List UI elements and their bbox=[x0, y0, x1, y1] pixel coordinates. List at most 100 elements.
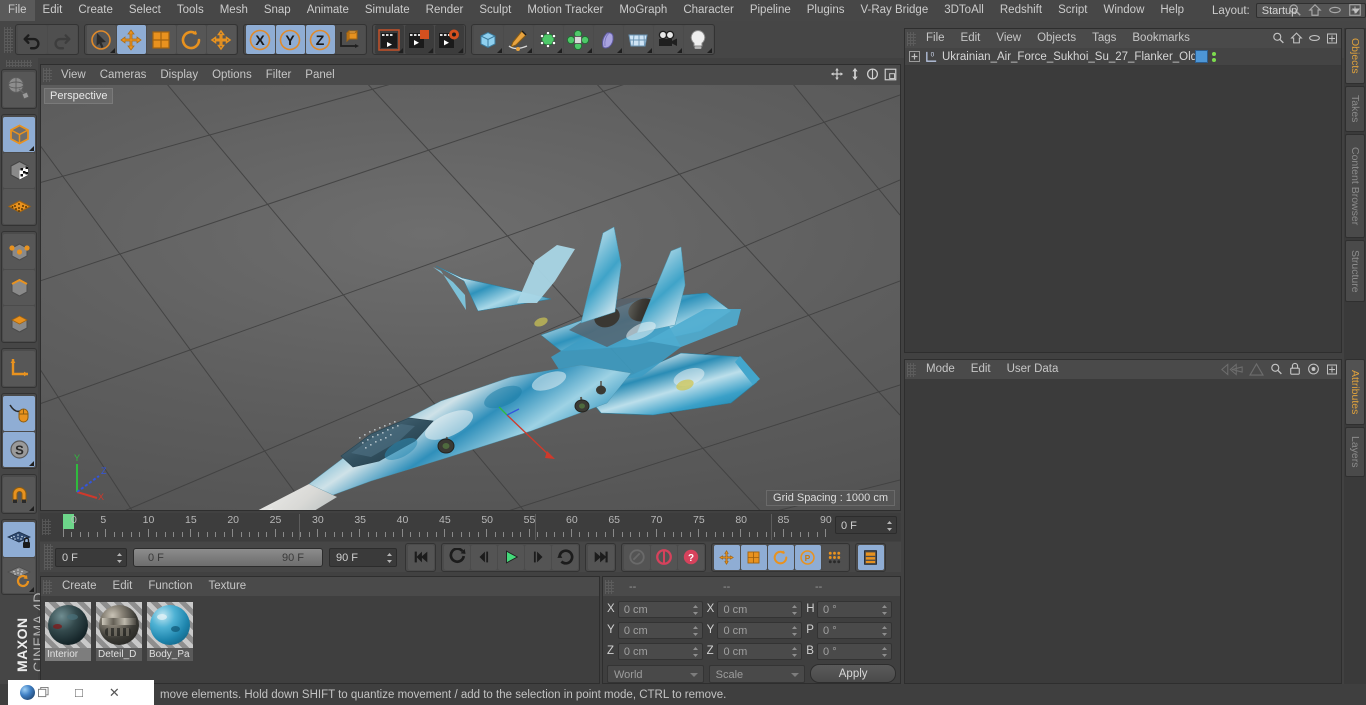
nurbs-generator-button[interactable] bbox=[533, 25, 563, 54]
spinner-icon[interactable] bbox=[791, 625, 798, 637]
forward-navigation-icon[interactable] bbox=[1249, 362, 1264, 376]
material-menu-function[interactable]: Function bbox=[140, 577, 200, 596]
object-menu-objects[interactable]: Objects bbox=[1029, 29, 1084, 48]
coord-field-size-z[interactable]: 0 cm bbox=[717, 642, 803, 660]
aircraft-model-su27[interactable] bbox=[41, 85, 900, 510]
light-button[interactable] bbox=[683, 25, 713, 54]
menu-render[interactable]: Render bbox=[418, 0, 472, 21]
points-mode-icon[interactable] bbox=[3, 233, 35, 269]
select-tool-button[interactable] bbox=[86, 25, 116, 54]
step-forward-button[interactable] bbox=[524, 544, 551, 570]
lock-y-button[interactable]: Y bbox=[275, 25, 305, 54]
previous-keyframe-button[interactable] bbox=[443, 544, 470, 570]
menu-window[interactable]: Window bbox=[1095, 0, 1152, 21]
undo-button[interactable] bbox=[17, 25, 47, 54]
timeline-ruler[interactable]: 0 5 10 15 20 25 30 35 40 45 50 55 60 65 70 75 80 85 90 bbox=[63, 514, 833, 540]
menu-sculpt[interactable]: Sculpt bbox=[471, 0, 519, 21]
timeline-start-field[interactable]: 0 F bbox=[55, 547, 127, 567]
current-frame-field[interactable]: 0 F bbox=[835, 516, 897, 534]
spinner-icon[interactable] bbox=[692, 646, 699, 658]
coord-field-pos-x[interactable]: 0 cm bbox=[617, 600, 703, 618]
material-item[interactable]: Body_Pa bbox=[147, 602, 193, 661]
record-keyframe-button[interactable]: ? bbox=[677, 544, 704, 570]
coord-field-size-x[interactable]: 0 cm bbox=[717, 600, 803, 618]
scale-tool-button[interactable] bbox=[146, 25, 176, 54]
timeline-end-field[interactable]: 90 F bbox=[329, 547, 397, 567]
viewport-3d-canvas[interactable]: Perspective Grid Spacing : 1000 cm Y X Z bbox=[41, 85, 900, 510]
menu-edit[interactable]: Edit bbox=[35, 0, 71, 21]
material-menu-texture[interactable]: Texture bbox=[200, 577, 254, 596]
toolbar-grip[interactable] bbox=[4, 26, 13, 53]
magnet-icon[interactable] bbox=[3, 476, 35, 512]
rotate-view-icon[interactable] bbox=[866, 67, 879, 81]
menu-plugins[interactable]: Plugins bbox=[799, 0, 853, 21]
null-object-icon[interactable]: 0 bbox=[924, 50, 939, 64]
viewport-menu-options[interactable]: Options bbox=[205, 65, 259, 85]
menu-vray-bridge[interactable]: V-Ray Bridge bbox=[852, 0, 936, 21]
layout-add-icon[interactable] bbox=[1348, 2, 1362, 18]
spinner-icon[interactable] bbox=[881, 646, 888, 658]
menu-file[interactable]: File bbox=[0, 0, 35, 21]
material-thumbnail[interactable] bbox=[96, 602, 142, 648]
polygon-grid-icon[interactable] bbox=[3, 188, 35, 224]
coord-field-pos-z[interactable]: 0 cm bbox=[617, 642, 703, 660]
viewport-solo-icon[interactable] bbox=[3, 395, 35, 431]
new-layout-icon[interactable] bbox=[1326, 32, 1338, 45]
home-icon[interactable] bbox=[1290, 31, 1303, 45]
tab-layers[interactable]: Layers bbox=[1345, 427, 1365, 477]
spline-pen-button[interactable] bbox=[503, 25, 533, 54]
restore-window-icon[interactable] bbox=[38, 687, 49, 698]
menu-character[interactable]: Character bbox=[675, 0, 742, 21]
lock-z-button[interactable]: Z bbox=[305, 25, 335, 54]
back-navigation-icon[interactable] bbox=[1221, 362, 1243, 376]
material-item[interactable]: Interior bbox=[45, 602, 91, 661]
spinner-icon[interactable] bbox=[791, 604, 798, 616]
close-window-icon[interactable]: ✕ bbox=[109, 685, 120, 701]
tab-content-browser[interactable]: Content Browser bbox=[1345, 134, 1365, 238]
menu-create[interactable]: Create bbox=[70, 0, 121, 21]
coord-field-size-y[interactable]: 0 cm bbox=[717, 621, 803, 639]
menu-3dtoall[interactable]: 3DToAll bbox=[936, 0, 992, 21]
attributes-menu-mode[interactable]: Mode bbox=[918, 360, 963, 379]
render-region-button[interactable] bbox=[404, 25, 434, 54]
menu-simulate[interactable]: Simulate bbox=[357, 0, 418, 21]
material-menu-edit[interactable]: Edit bbox=[105, 577, 141, 596]
apply-button[interactable]: Apply bbox=[810, 664, 896, 683]
transport-grip[interactable] bbox=[44, 544, 53, 570]
search-icon[interactable] bbox=[1270, 362, 1283, 376]
coord-field-pos-y[interactable]: 0 cm bbox=[617, 621, 703, 639]
visibility-dots[interactable] bbox=[1212, 51, 1216, 62]
render-settings-button[interactable] bbox=[434, 25, 464, 54]
coord-field-rot-b[interactable]: 0 ° bbox=[817, 642, 892, 660]
spinner-icon[interactable] bbox=[116, 552, 123, 564]
autokeying-button[interactable] bbox=[650, 544, 677, 570]
menu-tools[interactable]: Tools bbox=[169, 0, 212, 21]
viewport-menu-filter[interactable]: Filter bbox=[259, 65, 299, 85]
search-icon[interactable] bbox=[1272, 31, 1285, 45]
spinner-icon[interactable] bbox=[881, 625, 888, 637]
render-view-button[interactable] bbox=[374, 25, 404, 54]
workplane-lock-icon[interactable] bbox=[3, 521, 35, 557]
make-editable-icon[interactable] bbox=[3, 71, 35, 107]
key-parameter-button[interactable]: P bbox=[794, 544, 821, 570]
redo-button[interactable] bbox=[47, 25, 77, 54]
object-menu-edit[interactable]: Edit bbox=[953, 29, 989, 48]
tab-takes[interactable]: Takes bbox=[1345, 86, 1365, 132]
spinner-icon[interactable] bbox=[386, 552, 393, 564]
spinner-icon[interactable] bbox=[881, 604, 888, 616]
target-icon[interactable] bbox=[1307, 362, 1320, 376]
primitive-cube-button[interactable] bbox=[473, 25, 503, 54]
coordinate-system-dropdown[interactable]: World bbox=[607, 664, 704, 683]
material-thumbnail[interactable] bbox=[147, 602, 193, 648]
coord-field-rot-p[interactable]: 0 ° bbox=[817, 621, 892, 639]
key-position-button[interactable] bbox=[713, 544, 740, 570]
menu-select[interactable]: Select bbox=[121, 0, 169, 21]
material-thumbnail[interactable] bbox=[45, 602, 91, 648]
autokey-disabled-button[interactable] bbox=[623, 544, 650, 570]
key-pla-button[interactable] bbox=[821, 544, 848, 570]
key-rotation-button[interactable] bbox=[767, 544, 794, 570]
coordinate-mode-dropdown[interactable]: Scale bbox=[708, 664, 806, 683]
menu-script[interactable]: Script bbox=[1050, 0, 1095, 21]
deformer-button[interactable] bbox=[593, 25, 623, 54]
loop-button[interactable] bbox=[551, 544, 578, 570]
